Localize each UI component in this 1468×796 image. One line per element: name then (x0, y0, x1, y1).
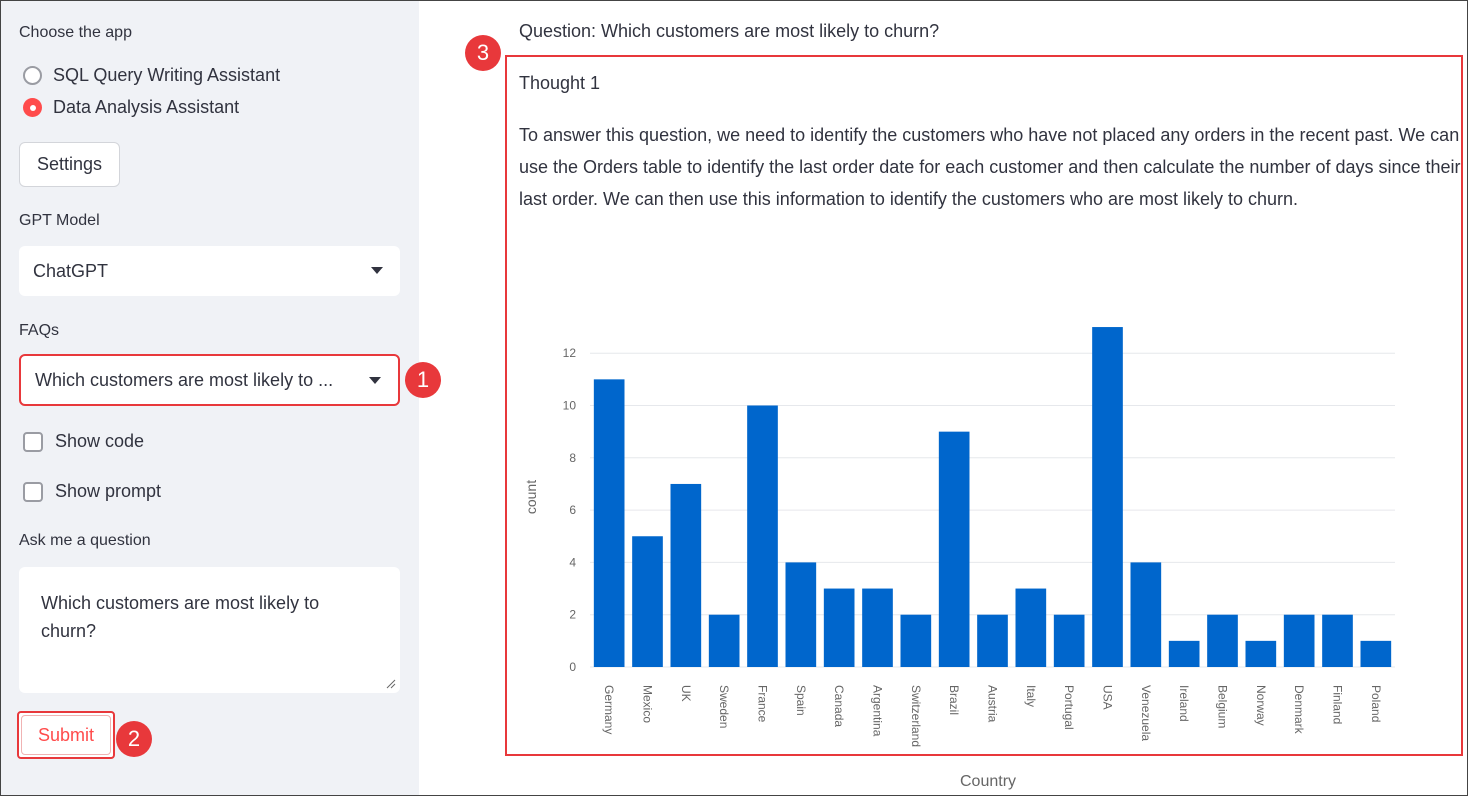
x-tick-label: Switzerland (909, 685, 923, 747)
x-tick-label: Belgium (1216, 685, 1230, 728)
x-tick-label: Norway (1254, 685, 1268, 726)
x-tick-label: Portugal (1062, 685, 1076, 730)
question-textarea[interactable]: Which customers are most likely to churn… (19, 567, 400, 693)
radio-data-analysis-assistant[interactable]: Data Analysis Assistant (23, 97, 239, 118)
radio-button-icon (23, 66, 42, 85)
bar (1168, 640, 1200, 667)
x-tick-label: Italy (1024, 685, 1038, 707)
radio-label: Data Analysis Assistant (53, 97, 240, 117)
bar (1053, 614, 1085, 667)
faqs-label: FAQs (19, 322, 60, 339)
x-tick-label: Poland (1369, 685, 1383, 722)
bar (1207, 614, 1238, 667)
y-tick-label: 10 (563, 399, 577, 413)
y-axis-title: count (523, 480, 539, 514)
x-tick-label: Denmark (1292, 685, 1306, 735)
thought-body: To answer this question, we need to iden… (519, 125, 1461, 209)
callout-badge-3: 3 (465, 35, 501, 71)
y-tick-label: 4 (569, 555, 576, 569)
bar (1015, 588, 1047, 667)
bar (823, 588, 855, 667)
y-tick-label: 12 (563, 346, 577, 360)
bar-chart: 0 2 4 6 8 10 12 Germany Mexico UK Sweden France Spai… (523, 327, 1395, 747)
y-tick-label: 8 (569, 451, 576, 465)
bar (1322, 614, 1353, 667)
faqs-value: Which customers are most likely to ... (35, 369, 334, 390)
thought-title: Thought 1 (519, 73, 601, 93)
y-tick-label: 2 (569, 608, 576, 622)
bar (708, 614, 740, 667)
settings-button[interactable]: Settings (19, 142, 120, 187)
x-tick-label: Mexico (641, 685, 655, 723)
y-tick-label: 6 (569, 503, 576, 517)
x-tick-label: UK (679, 685, 693, 702)
x-tick-label: Ireland (1177, 685, 1191, 722)
x-tick-label: Germany (602, 685, 616, 734)
bar (1245, 640, 1277, 667)
x-tick-label: Austria (986, 685, 1000, 723)
checkbox-icon (23, 431, 43, 452)
x-tick-label: Spain (794, 685, 808, 716)
bar (747, 405, 778, 667)
x-tick-label: Canada (832, 685, 846, 727)
bar (1092, 327, 1123, 667)
x-tick-label: Venezuela (1139, 685, 1153, 741)
chevron-down-icon (371, 267, 383, 274)
question-heading: Question: Which customers are most likel… (519, 21, 940, 41)
callout-badge-2: 2 (116, 721, 152, 757)
bar (900, 614, 932, 667)
x-tick-label: Brazil (947, 685, 961, 715)
sidebar: Choose the app SQL Query Writing Assista… (1, 1, 419, 795)
bar (1130, 562, 1162, 667)
bar (1283, 614, 1315, 667)
x-tick-label: France (756, 685, 770, 723)
chevron-down-icon (369, 377, 381, 384)
faqs-select[interactable]: Which customers are most likely to ... (19, 354, 400, 406)
bar (977, 614, 1008, 667)
gpt-model-select[interactable]: ChatGPT (19, 246, 400, 296)
callout-badge-1: 1 (405, 362, 441, 398)
bar (785, 562, 817, 667)
x-tick-label: Finland (1331, 685, 1345, 724)
x-axis-title: Country (960, 773, 1017, 790)
submit-label: Submit (21, 715, 111, 755)
radio-sql-assistant[interactable]: SQL Query Writing Assistant (23, 65, 280, 86)
checkbox-label: Show prompt (55, 481, 162, 501)
radio-label: SQL Query Writing Assistant (53, 65, 281, 85)
x-tick-label: USA (1101, 685, 1115, 710)
gpt-model-value: ChatGPT (33, 260, 109, 281)
show-code-checkbox[interactable]: Show code (23, 431, 144, 452)
show-prompt-checkbox[interactable]: Show prompt (23, 481, 161, 502)
bar (670, 483, 702, 667)
bar (632, 536, 663, 667)
ask-question-label: Ask me a question (19, 532, 151, 549)
bar (938, 431, 970, 667)
bar (862, 588, 893, 667)
checkbox-icon (23, 481, 43, 502)
y-tick-label: 0 (569, 660, 576, 674)
resize-grip-icon[interactable] (386, 679, 396, 689)
bar (593, 379, 625, 667)
x-tick-label: Argentina (871, 685, 885, 737)
submit-button[interactable]: Submit (17, 711, 115, 759)
choose-app-label: Choose the app (19, 24, 132, 41)
question-text: Which customers are most likely to churn… (41, 593, 320, 641)
checkbox-label: Show code (55, 431, 145, 451)
bar (1360, 640, 1392, 667)
radio-button-selected-icon (23, 98, 42, 117)
gpt-model-label: GPT Model (19, 212, 100, 229)
x-tick-label: Sweden (717, 685, 731, 728)
